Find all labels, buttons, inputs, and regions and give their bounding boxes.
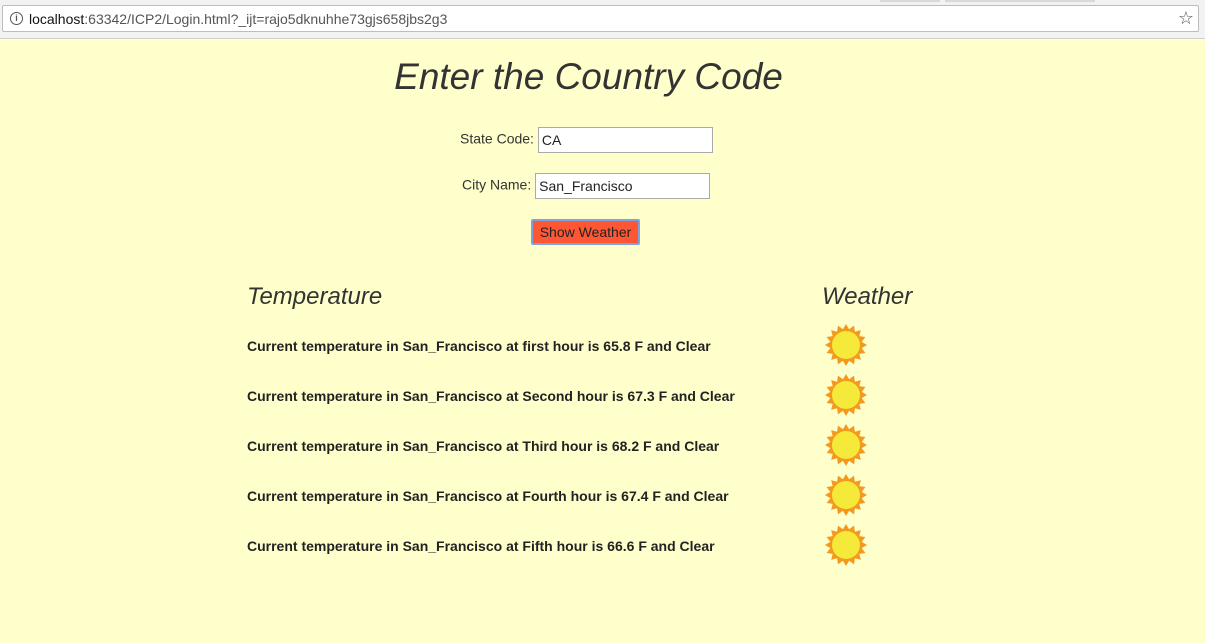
sun-disc xyxy=(832,531,860,559)
sun-icon xyxy=(825,374,867,416)
url-path: :63342/ICP2/Login.html?_ijt=rajo5dknuhhe… xyxy=(84,11,448,27)
temperature-row: Current temperature in San_Francisco at … xyxy=(247,388,735,404)
weather-heading: Weather xyxy=(822,283,913,310)
url-host: localhost xyxy=(29,11,85,27)
url-text[interactable]: localhost:63342/ICP2/Login.html?_ijt=raj… xyxy=(29,11,447,27)
city-name-input[interactable] xyxy=(535,173,711,199)
temperature-row: Current temperature in San_Francisco at … xyxy=(247,338,711,354)
tab-strip-edge xyxy=(880,0,940,2)
sun-icon xyxy=(825,474,867,516)
tab-strip-edge xyxy=(945,0,1095,2)
sun-disc xyxy=(832,381,860,409)
address-bar[interactable]: i localhost:63342/ICP2/Login.html?_ijt=r… xyxy=(2,5,1199,32)
sun-disc xyxy=(832,331,860,359)
temperature-row: Current temperature in San_Francisco at … xyxy=(247,488,729,504)
state-code-label: State Code: xyxy=(460,130,534,147)
state-code-input[interactable] xyxy=(537,127,713,153)
sun-disc xyxy=(832,481,860,509)
sun-icon xyxy=(825,324,867,366)
info-icon[interactable]: i xyxy=(10,12,23,25)
city-name-row: City Name: xyxy=(462,173,711,199)
temperature-heading: Temperature xyxy=(247,283,383,310)
sun-icon xyxy=(825,424,867,466)
temperature-row: Current temperature in San_Francisco at … xyxy=(247,538,715,554)
sun-disc xyxy=(832,431,860,459)
temperature-row: Current temperature in San_Francisco at … xyxy=(247,438,720,454)
page-title: Enter the Country Code xyxy=(394,56,783,97)
bookmark-star-icon[interactable]: ☆ xyxy=(1178,7,1194,29)
state-code-row: State Code: xyxy=(460,127,713,153)
city-name-label: City Name: xyxy=(462,176,532,193)
show-weather-button[interactable]: Show Weather xyxy=(531,219,640,245)
browser-toolbar: i localhost:63342/ICP2/Login.html?_ijt=r… xyxy=(0,0,1205,39)
sun-icon xyxy=(825,524,867,566)
